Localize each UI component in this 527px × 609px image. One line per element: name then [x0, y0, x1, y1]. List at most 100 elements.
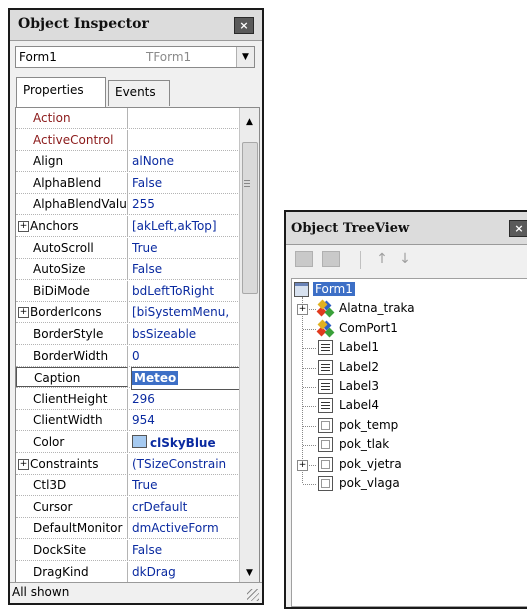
- property-value[interactable]: crDefault: [132, 497, 240, 520]
- property-row[interactable]: ClientWidth 954: [16, 410, 240, 433]
- property-name: BorderWidth: [16, 345, 128, 366]
- property-value[interactable]: (TSizeConstrain: [132, 454, 240, 477]
- scroll-up-icon[interactable]: ▲: [242, 114, 257, 130]
- property-value[interactable]: clSkyBlue: [132, 432, 240, 455]
- tree-connector-line: [303, 387, 316, 388]
- property-row[interactable]: AutoSize False: [16, 259, 240, 282]
- tree-node-label: Label2: [339, 359, 380, 374]
- property-value[interactable]: 0: [132, 346, 240, 369]
- expand-icon[interactable]: +: [297, 304, 308, 316]
- tab-properties[interactable]: Properties: [16, 77, 106, 108]
- tree-connector-line: [302, 297, 303, 483]
- property-row[interactable]: Align alNone: [16, 151, 240, 174]
- property-row[interactable]: Anchors + [akLeft,akTop]: [16, 216, 240, 237]
- property-value[interactable]: [akLeft,akTop]: [132, 216, 240, 239]
- expand-icon[interactable]: +: [297, 459, 308, 471]
- property-value[interactable]: 296: [132, 389, 240, 412]
- property-value[interactable]: 954: [132, 410, 240, 433]
- property-value[interactable]: [132, 108, 240, 131]
- property-name: Action: [16, 108, 128, 128]
- close-icon[interactable]: ×: [509, 220, 527, 237]
- tree-node-label: Label1: [339, 340, 380, 355]
- property-row[interactable]: DockSite False: [16, 540, 240, 561]
- new-item-icon[interactable]: [295, 251, 313, 267]
- property-name: Color: [16, 432, 128, 452]
- property-value[interactable]: True: [132, 238, 240, 261]
- property-value[interactable]: False: [132, 540, 240, 563]
- tree-node-label: Alatna_traka: [339, 301, 415, 316]
- property-value[interactable]: 255: [132, 194, 240, 217]
- property-row[interactable]: Constraints + (TSizeConstrain: [16, 453, 240, 477]
- property-grid: Action ActiveControl Align alNone AlphaBlend…: [15, 107, 260, 584]
- property-row[interactable]: AlphaBlendValu 255: [16, 194, 240, 217]
- expand-icon[interactable]: +: [18, 307, 29, 319]
- property-value[interactable]: [biSystemMenu,: [132, 302, 240, 325]
- property-row[interactable]: Caption Meteo: [16, 367, 241, 391]
- property-name: Caption: [16, 367, 128, 388]
- tree-node-label: ComPort1: [339, 320, 398, 335]
- selected-object-class: TForm1: [146, 50, 192, 64]
- property-row[interactable]: BorderStyle bsSizeable: [16, 324, 240, 345]
- property-row[interactable]: ActiveControl: [16, 129, 240, 153]
- property-name: ClientWidth: [16, 410, 128, 431]
- property-value[interactable]: dmActiveForm: [132, 518, 240, 541]
- tab-events[interactable]: Events: [108, 80, 170, 106]
- chevron-down-icon[interactable]: ▼: [236, 47, 254, 67]
- property-name: BorderStyle: [16, 324, 128, 344]
- property-value[interactable]: alNone: [132, 151, 240, 174]
- expand-icon[interactable]: +: [18, 458, 29, 470]
- property-value-editor[interactable]: Meteo: [131, 367, 241, 391]
- property-row[interactable]: Color clSkyBlue: [16, 432, 240, 453]
- property-name: DockSite: [16, 540, 128, 560]
- tree-node-label: pok_vlaga: [339, 476, 400, 490]
- expand-icon[interactable]: +: [18, 221, 29, 232]
- property-value[interactable]: False: [132, 259, 240, 282]
- property-name: DefaultMonitor: [16, 518, 128, 539]
- property-row[interactable]: DragKind dkDrag: [16, 561, 240, 583]
- object-treeview-window: Object TreeView × ↑ ↓ Form1 + Alatna_traka…: [284, 210, 527, 609]
- property-value-text: clSkyBlue: [150, 436, 216, 450]
- scroll-down-icon[interactable]: ▼: [242, 565, 257, 581]
- status-text: All shown: [12, 585, 70, 599]
- property-value[interactable]: [132, 130, 240, 153]
- property-row[interactable]: Cursor crDefault: [16, 496, 240, 520]
- move-up-icon[interactable]: ↑: [373, 251, 391, 267]
- property-value[interactable]: bsSizeable: [132, 324, 240, 347]
- property-row[interactable]: DefaultMonitor dmActiveForm: [16, 518, 240, 541]
- object-inspector-window: Object Inspector × Form1 TForm1 ▼ Proper…: [8, 8, 264, 605]
- property-row[interactable]: BiDiMode bdLeftToRight: [16, 280, 240, 304]
- object-inspector-title: Object Inspector: [18, 16, 149, 32]
- property-value[interactable]: dkDrag: [132, 562, 240, 583]
- resize-grip-icon[interactable]: [247, 589, 259, 601]
- object-treeview-titlebar[interactable]: Object TreeView ×: [286, 212, 527, 245]
- tree-node-label: Label4: [339, 398, 380, 413]
- panel-icon: [318, 437, 333, 453]
- property-name: Align: [16, 151, 128, 172]
- tree-connector-line: [303, 425, 316, 427]
- tree-node-label: Form1: [313, 282, 355, 296]
- property-value[interactable]: bdLeftToRight: [132, 281, 240, 304]
- label-icon: [318, 379, 333, 394]
- property-row[interactable]: Ctl3D True: [16, 475, 240, 498]
- property-name: AlphaBlendValu: [16, 194, 128, 215]
- property-row[interactable]: AlphaBlend False: [16, 172, 240, 196]
- tree-connector-line: [303, 445, 316, 447]
- label-icon: [318, 359, 333, 375]
- close-icon[interactable]: ×: [234, 17, 254, 34]
- object-inspector-titlebar[interactable]: Object Inspector ×: [10, 10, 262, 41]
- property-row[interactable]: AutoScroll True: [16, 237, 240, 261]
- property-row[interactable]: Action: [16, 108, 240, 129]
- property-row[interactable]: BorderIcons + [biSystemMenu,: [16, 302, 240, 325]
- color-swatch-icon: [132, 435, 147, 448]
- property-row[interactable]: BorderWidth 0: [16, 345, 240, 369]
- scrollbar-thumb[interactable]: [242, 142, 258, 294]
- status-bar: All shown: [10, 582, 262, 603]
- property-grid-scrollbar[interactable]: ▲ ▼: [239, 108, 259, 583]
- property-row[interactable]: ClientHeight 296: [16, 388, 240, 412]
- property-value[interactable]: False: [132, 173, 240, 196]
- move-down-icon[interactable]: ↓: [396, 251, 414, 267]
- property-value[interactable]: True: [132, 475, 240, 498]
- delete-item-icon[interactable]: [322, 251, 340, 267]
- property-value-text[interactable]: Meteo: [132, 371, 179, 386]
- object-selector-combo[interactable]: Form1 TForm1 ▼: [15, 46, 255, 68]
